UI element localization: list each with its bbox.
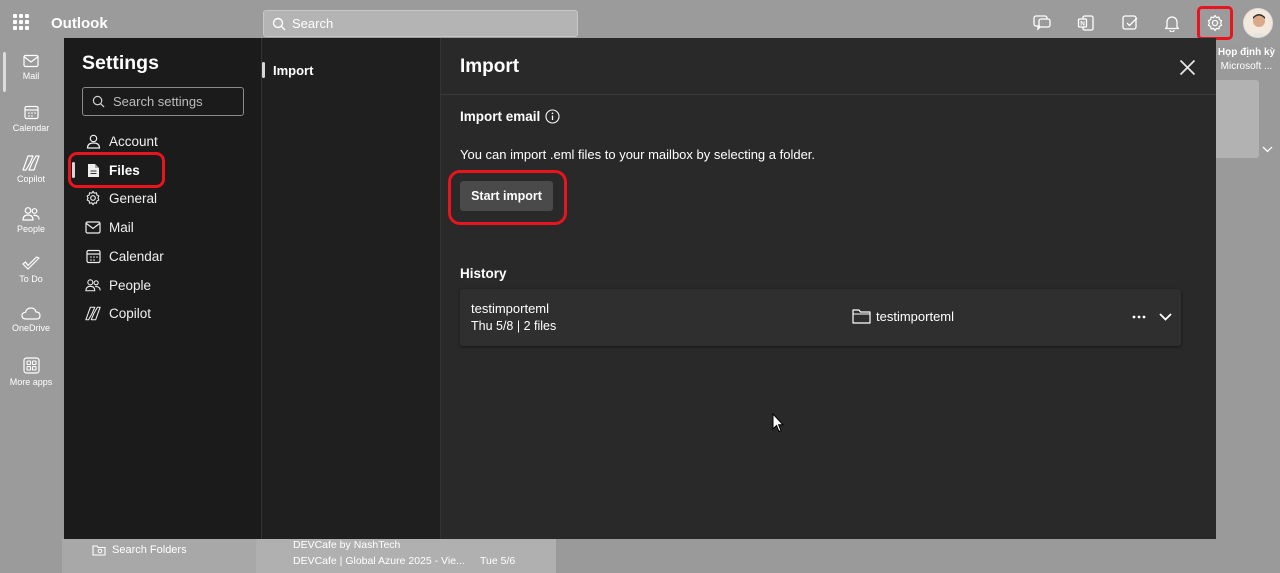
more-apps-icon <box>22 357 40 374</box>
background-event-card <box>1216 80 1259 158</box>
rail-label: People <box>16 224 46 234</box>
history-folder-label: testimporteml <box>876 308 955 324</box>
rail-label: Copilot <box>16 174 45 184</box>
nav-item-mail[interactable]: Mail <box>64 213 261 241</box>
search-folders-item[interactable]: Search Folders <box>92 544 187 556</box>
meeting-title: Họp định kỳ <box>1217 47 1276 58</box>
nav-label: Copilot <box>109 305 152 321</box>
close-icon <box>1179 59 1195 75</box>
rail-item-people[interactable]: People <box>0 206 62 252</box>
people-icon <box>22 207 40 221</box>
settings-subnav: Import <box>261 38 441 539</box>
chevron-down-icon[interactable] <box>1156 308 1174 326</box>
nav-item-files[interactable]: Files <box>64 156 261 184</box>
import-description: You can import .eml files to your mailbo… <box>460 147 816 162</box>
settings-title: Settings <box>82 52 159 74</box>
mail-icon <box>23 54 39 68</box>
nav-item-copilot[interactable]: Copilot <box>64 299 261 327</box>
calendar-icon <box>23 105 39 120</box>
rail-item-more-apps[interactable]: More apps <box>0 357 62 403</box>
gear-icon[interactable] <box>1204 12 1226 34</box>
mail-icon <box>85 219 101 235</box>
settings-nav: Settings Search settings Account Files G… <box>64 38 261 539</box>
settings-search-input[interactable]: Search settings <box>82 87 244 116</box>
nav-item-general[interactable]: General <box>64 184 261 212</box>
people-icon <box>85 277 101 293</box>
search-folders-label: Search Folders <box>112 544 187 556</box>
nav-label: General <box>109 190 158 206</box>
todo-icon <box>22 256 40 270</box>
info-icon[interactable] <box>545 109 560 124</box>
nav-item-account[interactable]: Account <box>64 127 261 155</box>
account-icon <box>85 133 101 149</box>
nav-item-people[interactable]: People <box>64 271 261 299</box>
subnav-item-import[interactable]: Import <box>262 60 313 80</box>
rail-label: Calendar <box>12 123 50 133</box>
settings-dialog: Settings Search settings Account Files G… <box>64 38 1216 539</box>
rail-item-onedrive[interactable]: OneDrive <box>0 306 62 352</box>
folder-search-icon <box>92 545 106 556</box>
history-item-meta: Thu 5/8 | 2 files <box>471 319 557 333</box>
app-title: Outlook <box>51 15 108 32</box>
rail-item-mail[interactable]: Mail <box>0 54 62 100</box>
app-launcher-icon[interactable] <box>13 14 29 30</box>
subnav-selected-indicator <box>262 62 265 78</box>
search-icon <box>92 95 105 108</box>
mail-subject: DEVCafe | Global Azure 2025 - Vie... <box>293 555 465 567</box>
mail-sender: DEVCafe by NashTech <box>293 539 401 551</box>
more-options-icon[interactable] <box>1129 308 1149 326</box>
background-mail-item[interactable]: DEVCafe by NashTech DEVCafe | Global Azu… <box>256 539 556 573</box>
rail-item-todo[interactable]: To Do <box>0 256 62 302</box>
history-item-folder: testimporteml <box>852 308 954 324</box>
import-email-heading-text: Import email <box>460 109 541 124</box>
rail-label: OneDrive <box>11 323 50 333</box>
calendar-icon <box>85 248 101 264</box>
chevron-down-icon[interactable] <box>1262 142 1273 156</box>
nav-label: Mail <box>109 219 134 235</box>
svg-text:N: N <box>1080 21 1085 28</box>
search-input[interactable]: Search <box>263 10 578 37</box>
my-day-icon[interactable] <box>1119 12 1141 34</box>
copilot-icon <box>85 305 101 321</box>
avatar[interactable] <box>1243 8 1273 38</box>
teams-chat-icon[interactable] <box>1031 12 1053 34</box>
search-icon <box>272 17 286 30</box>
nav-label: Account <box>109 133 158 149</box>
left-rail: Mail Calendar Copilot People To Do OneDr… <box>0 46 62 573</box>
nav-label: Calendar <box>109 248 164 264</box>
history-row[interactable]: testimporteml Thu 5/8 | 2 files testimpo… <box>460 289 1181 346</box>
settings-content: Import Import email You can import .eml … <box>441 38 1216 539</box>
start-import-button[interactable]: Start import <box>460 181 553 211</box>
folder-icon <box>852 309 871 324</box>
history-heading: History <box>460 266 507 281</box>
rail-label: More apps <box>9 377 53 387</box>
copilot-icon <box>22 155 40 171</box>
content-title: Import <box>460 56 520 77</box>
onedrive-icon <box>21 307 41 320</box>
meeting-subtitle: Microsoft ... <box>1220 61 1273 72</box>
rail-item-calendar[interactable]: Calendar <box>0 105 62 151</box>
background-folder-pane: Search Folders <box>62 539 256 573</box>
import-email-heading: Import email <box>460 109 560 124</box>
content-divider <box>441 94 1216 95</box>
nav-label: People <box>109 277 152 293</box>
gear-icon <box>85 190 101 206</box>
rail-label: Mail <box>22 71 40 81</box>
nav-label: Files <box>109 162 140 178</box>
subnav-label: Import <box>273 62 314 78</box>
onenote-icon[interactable]: N <box>1075 12 1097 34</box>
rail-item-copilot[interactable]: Copilot <box>0 155 62 201</box>
mail-date: Tue 5/6 <box>480 555 516 567</box>
rail-label: To Do <box>19 274 43 284</box>
close-button[interactable] <box>1176 56 1198 78</box>
search-placeholder: Search <box>292 16 334 31</box>
background-meeting-preview[interactable]: Họp định kỳ Microsoft ... <box>1213 46 1280 74</box>
file-icon <box>85 162 101 178</box>
nav-item-calendar[interactable]: Calendar <box>64 242 261 270</box>
bell-icon[interactable] <box>1161 12 1183 34</box>
history-item-name: testimporteml <box>471 301 550 316</box>
nav-selected-indicator <box>72 162 75 178</box>
settings-search-placeholder: Search settings <box>113 94 203 109</box>
